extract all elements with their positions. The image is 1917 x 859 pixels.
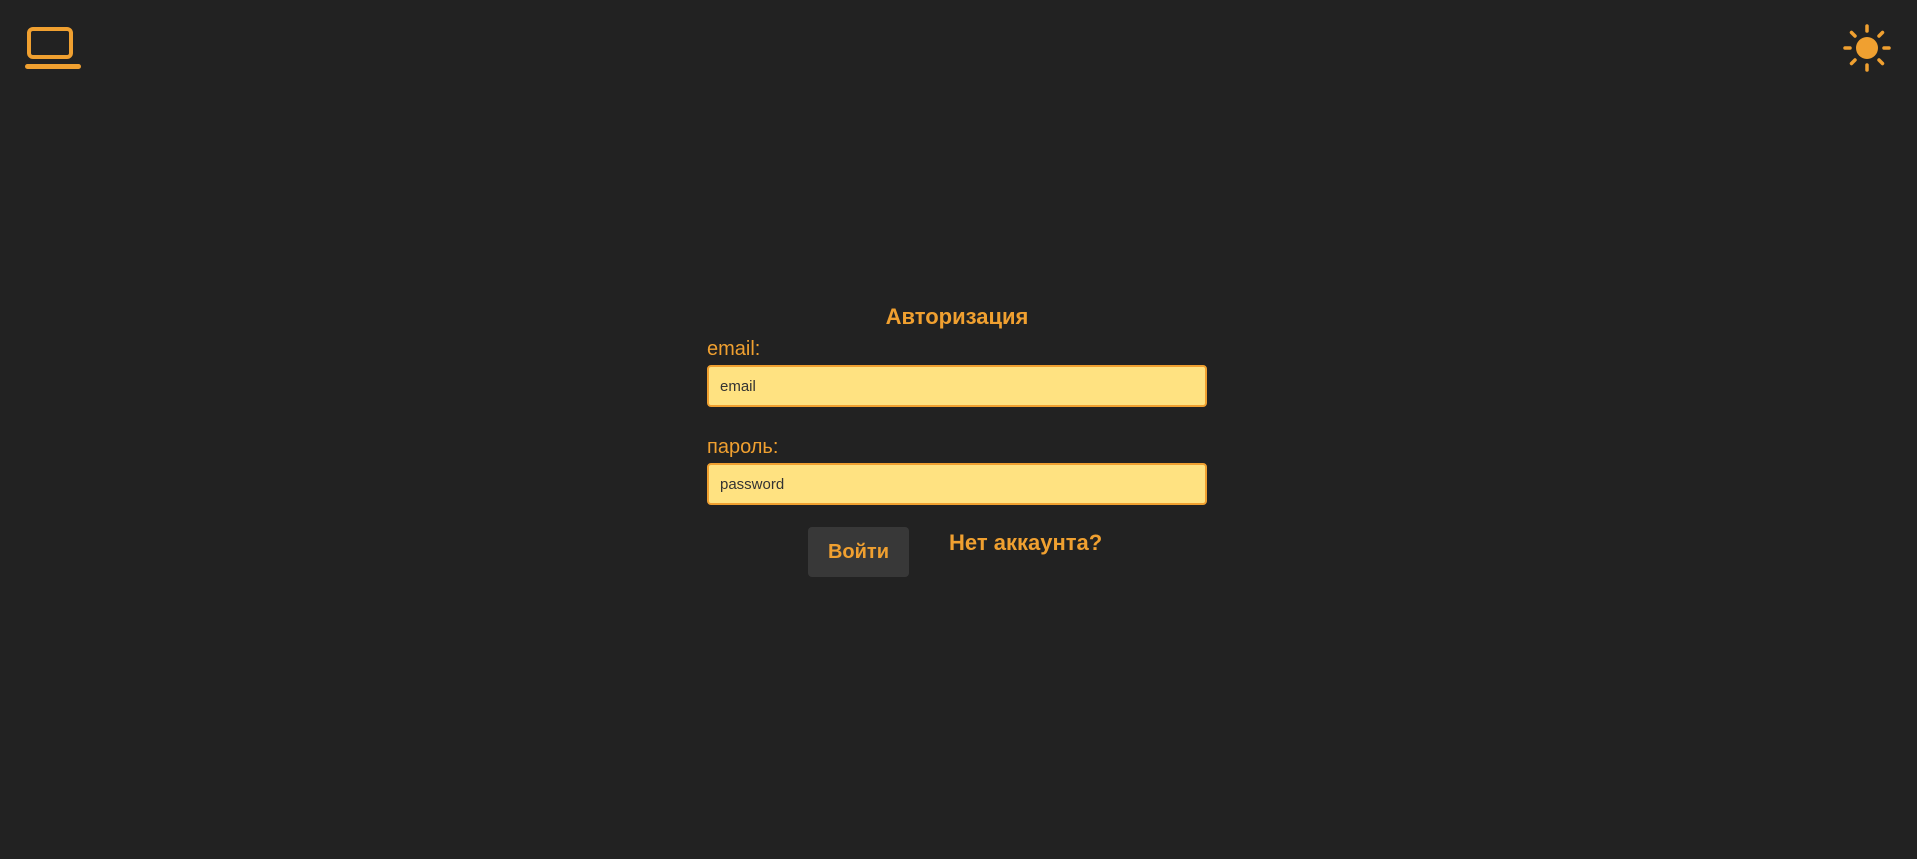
sun-icon[interactable] <box>1843 24 1891 72</box>
password-input[interactable] <box>707 463 1207 505</box>
password-label: пароль: <box>707 436 779 458</box>
email-label: email: <box>707 338 761 360</box>
form-title: Авторизация <box>885 304 1029 329</box>
email-input[interactable] <box>707 365 1207 407</box>
laptop-icon[interactable] <box>24 26 82 72</box>
login-button[interactable]: Войти <box>808 527 909 577</box>
signup-link[interactable]: Нет аккаунта? <box>949 530 1102 556</box>
login-page: Авторизация email: пароль: Войти Нет акк… <box>0 0 1917 859</box>
